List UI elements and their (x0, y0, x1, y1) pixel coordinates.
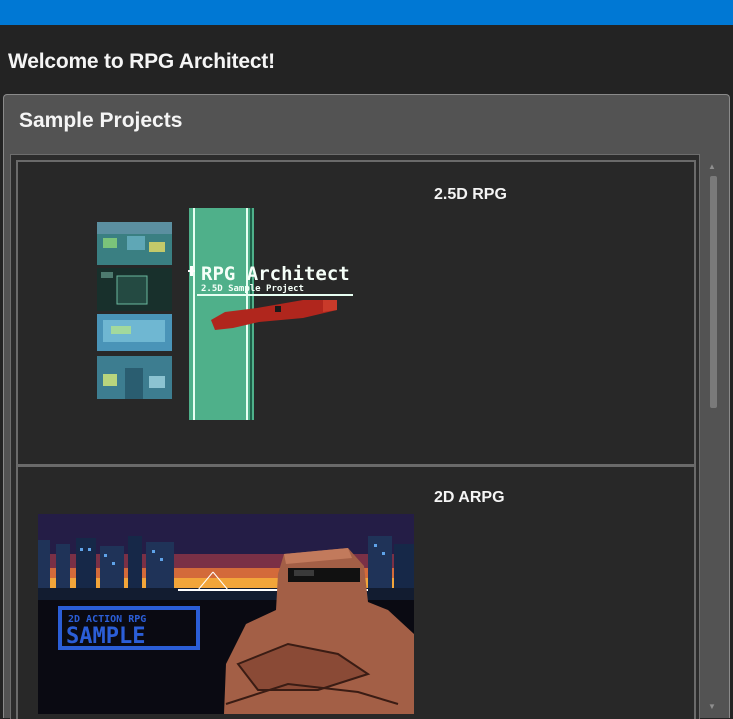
thumbnail-subtitle: 2.5D Sample Project (201, 283, 304, 294)
project-label: 2.5D RPG (434, 186, 507, 203)
sample-projects-list[interactable]: RPG Architect 2.5D Sample Project 2.5D R… (10, 154, 700, 719)
thumbnail-title: RPG Architect (201, 263, 350, 285)
title-bar (0, 0, 733, 25)
sample-project-item-2-5d-rpg[interactable]: RPG Architect 2.5D Sample Project 2.5D R… (16, 160, 696, 466)
scroll-down-icon[interactable]: ▼ (708, 702, 716, 711)
sample-projects-title: Sample Projects (19, 109, 183, 132)
project-thumbnail-2d-arpg: 2D ACTION RPG SAMPLE (38, 514, 414, 714)
project-label: 2D ARPG (434, 489, 505, 506)
vertical-scrollbar[interactable]: ▲ ▼ (704, 154, 722, 719)
project-thumbnail-2-5d-rpg: RPG Architect 2.5D Sample Project (97, 208, 353, 420)
sample-projects-panel: Sample Projects RPG Architect 2.5D Sampl… (3, 94, 730, 719)
sample-project-item-2d-arpg[interactable]: 2D ACTION RPG SAMPLE 2D ARPG (16, 465, 696, 719)
scroll-up-icon[interactable]: ▲ (708, 162, 716, 171)
welcome-heading: Welcome to RPG Architect! (8, 50, 275, 73)
thumbnail-title-bottom: SAMPLE (66, 624, 145, 649)
scroll-thumb[interactable] (710, 176, 717, 408)
